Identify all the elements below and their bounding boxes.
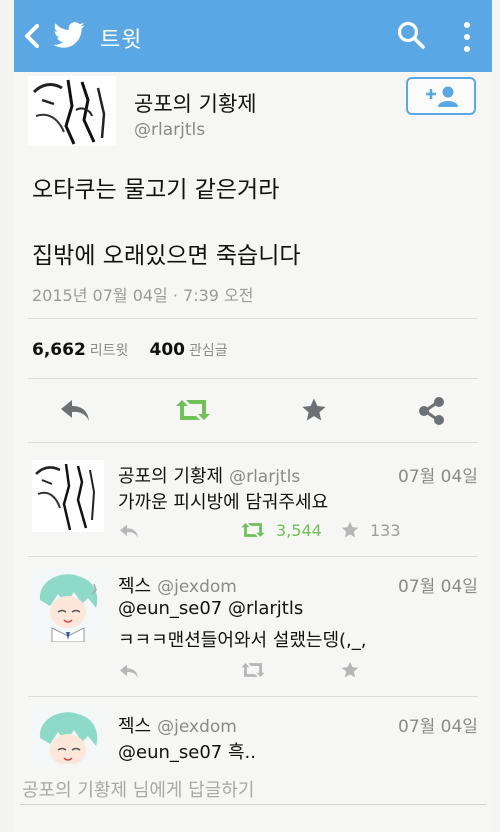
reply-input-underline xyxy=(20,804,486,805)
reply-avatar[interactable] xyxy=(32,570,104,642)
tweet-timestamp: 2015년 07월 04일 · 7:39 오전 xyxy=(32,286,254,305)
page-title: 트윗 xyxy=(100,28,143,53)
reply-retweet-count: 3,544 xyxy=(276,520,322,540)
reply-text: 가까운 피시방에 담궈주세요 xyxy=(118,492,329,513)
reply-input-placeholder[interactable]: 공포의 기황제 님에게 답글하기 xyxy=(22,776,254,802)
add-user-icon xyxy=(426,86,458,107)
reply-author-name: 공포의 기황제 xyxy=(118,466,224,487)
app-bar: 트윗 xyxy=(14,0,492,72)
reply-avatar[interactable] xyxy=(32,460,104,532)
favorite-star-icon xyxy=(341,521,359,538)
retweet-icon xyxy=(241,663,265,677)
reply-author-handle: @rlarjtls xyxy=(229,467,301,487)
retweet-icon xyxy=(241,523,265,537)
author-name[interactable]: 공포의 기황제 xyxy=(134,88,257,118)
reply-favorite-action[interactable]: 133 xyxy=(340,520,401,540)
divider xyxy=(28,442,478,443)
reply-favorite-action[interactable] xyxy=(340,660,360,680)
back-arrow-icon[interactable] xyxy=(22,22,42,50)
reply-author-handle: @jexdom xyxy=(157,577,237,597)
tweet-stats: 6,662 리트윗 400 관심글 xyxy=(32,340,244,360)
reply-author-name: 젝스 xyxy=(118,716,152,737)
tweet-text-line-1: 오타쿠는 물고기 같은거라 xyxy=(32,177,280,203)
divider xyxy=(28,378,478,379)
reply-author[interactable]: 공포의 기황제 @rlarjtls xyxy=(118,462,300,488)
reply-retweet-action[interactable] xyxy=(240,660,266,680)
reply-text-line-1: @eun_se07 @rlarjtls xyxy=(118,598,304,619)
follow-button[interactable] xyxy=(406,77,476,115)
reply-icon xyxy=(120,664,138,679)
author-avatar[interactable] xyxy=(28,76,116,146)
author-handle[interactable]: @rlarjtls xyxy=(134,120,205,140)
reply-date: 07월 04일 xyxy=(398,467,478,487)
retweet-icon[interactable] xyxy=(174,396,212,424)
divider xyxy=(28,556,478,557)
reply-author[interactable]: 젝스 @jexdom xyxy=(118,712,237,738)
reply-date: 07월 04일 xyxy=(398,577,478,597)
reply-reply-action[interactable] xyxy=(118,662,140,680)
share-icon[interactable] xyxy=(418,396,446,426)
reply-reply-action[interactable] xyxy=(118,522,140,540)
reply-icon[interactable] xyxy=(58,396,92,424)
twitter-bird-icon xyxy=(53,22,85,48)
retweet-count[interactable]: 6,662 xyxy=(32,340,86,360)
like-count[interactable]: 400 xyxy=(150,340,186,360)
reply-date: 07월 04일 xyxy=(398,717,478,737)
search-icon[interactable] xyxy=(396,20,426,50)
reply-text-line-2: ㅋㅋㅋ맨션들어와서 설랬는뎅(,_, xyxy=(118,630,367,651)
reply-author[interactable]: 젝스 @jexdom xyxy=(118,572,237,598)
divider xyxy=(28,696,478,697)
tweet-text-line-2: 집밖에 오래있으면 죽습니다 xyxy=(32,243,301,269)
reply-compose-box[interactable]: 공포의 기황제 님에게 답글하기 xyxy=(14,764,492,832)
favorite-star-icon[interactable] xyxy=(300,396,328,424)
favorite-star-icon xyxy=(341,661,359,678)
reply-favorite-count: 133 xyxy=(370,520,401,540)
retweet-count-label: 리트윗 xyxy=(89,343,129,359)
reply-author-handle: @jexdom xyxy=(157,717,237,737)
like-count-label: 관심글 xyxy=(189,343,228,359)
reply-icon xyxy=(120,524,138,539)
more-options-icon[interactable] xyxy=(462,20,472,54)
reply-text: @eun_se07 흑.. xyxy=(118,742,256,763)
reply-retweet-action[interactable]: 3,544 xyxy=(240,520,322,540)
screen: 트윗 공포의 기황제 @rlarjtls 오타쿠는 물고기 같은거라 집밖에 오… xyxy=(14,0,492,832)
reply-author-name: 젝스 xyxy=(118,576,152,597)
divider xyxy=(28,318,478,319)
